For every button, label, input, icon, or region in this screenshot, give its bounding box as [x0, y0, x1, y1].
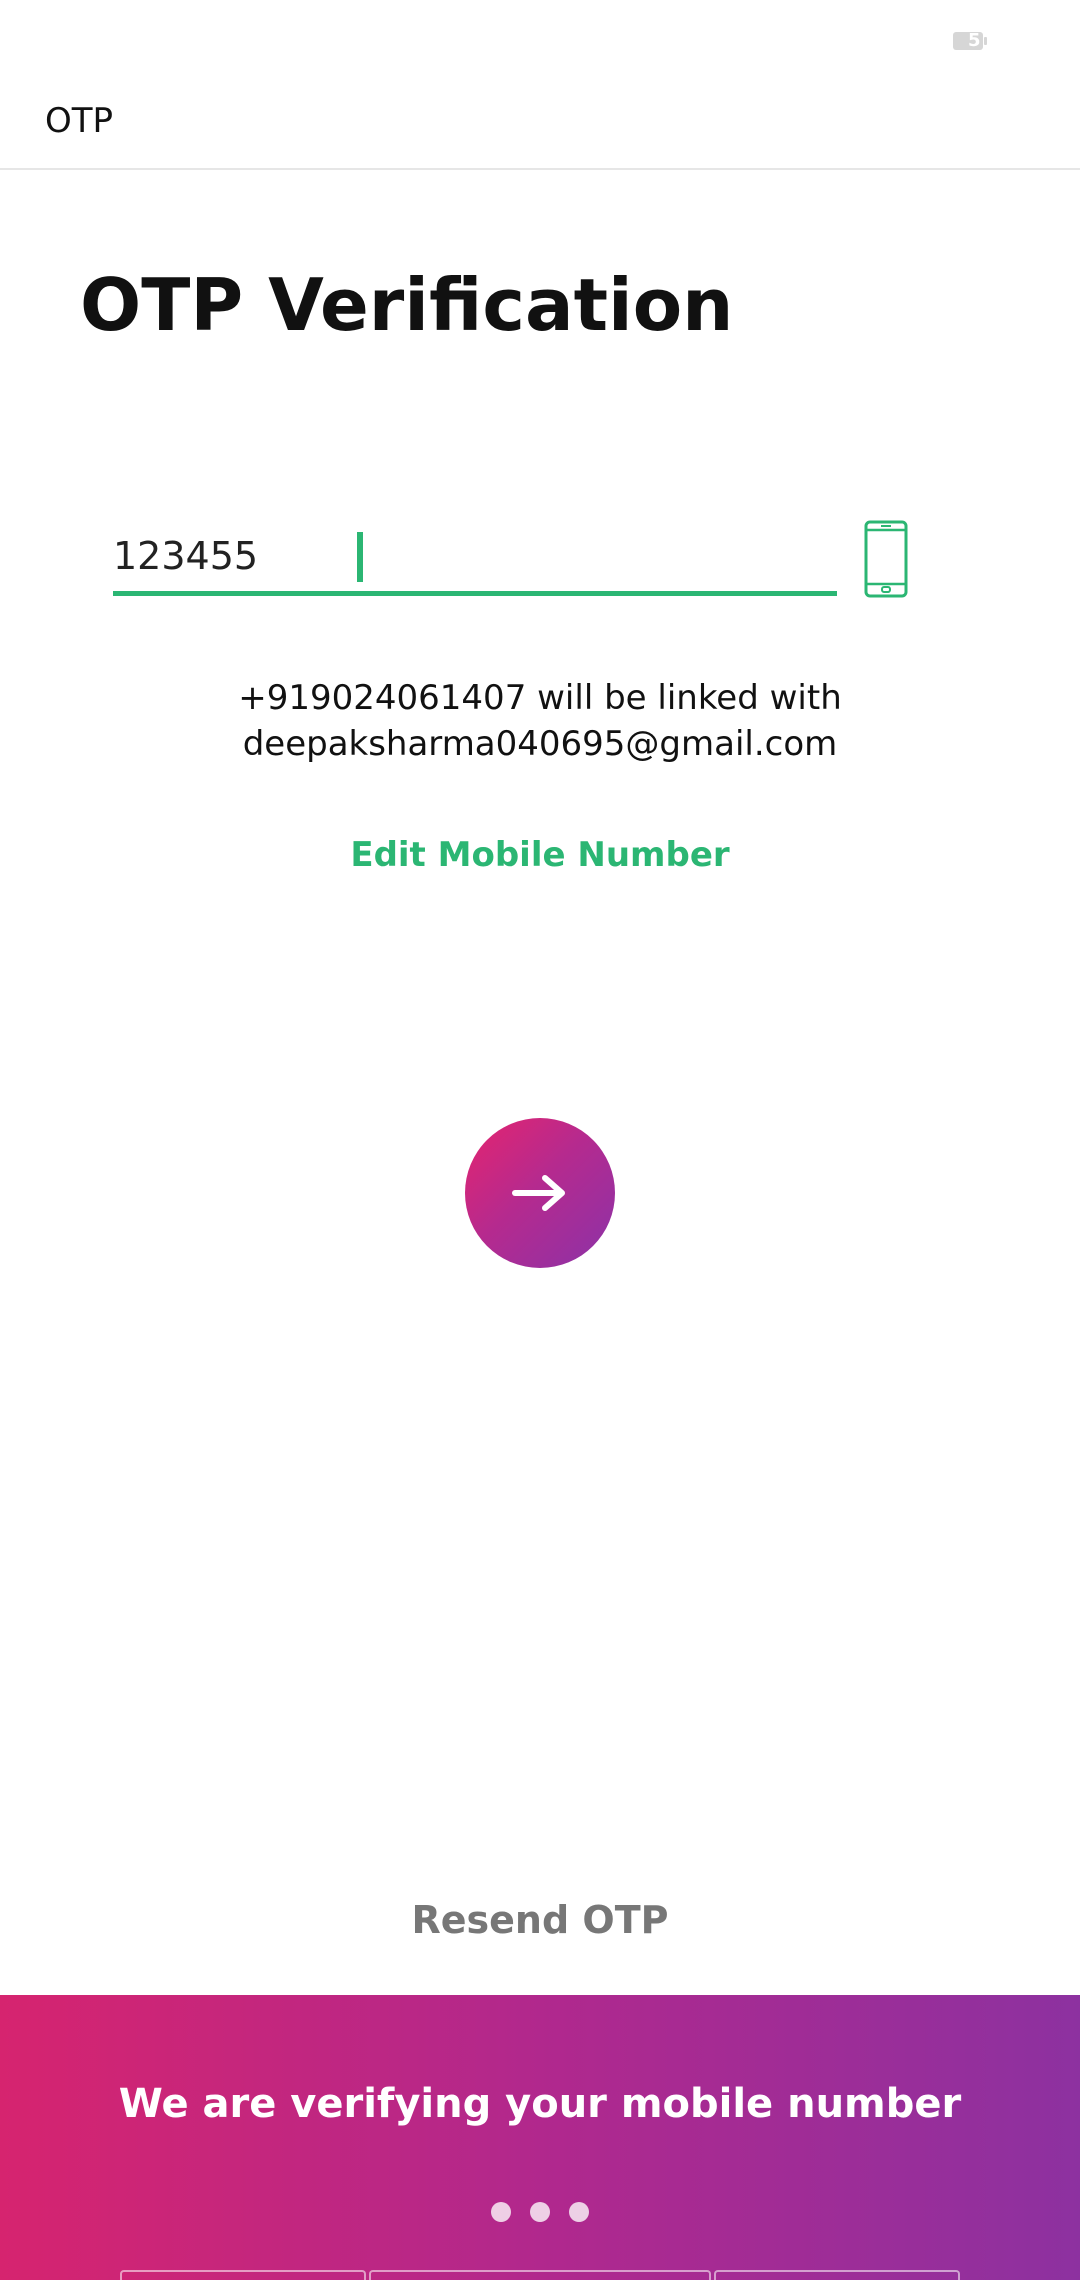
text-cursor: [357, 532, 363, 582]
progress-dot: [491, 2202, 511, 2222]
link-message-phone: +919024061407 will be linked with: [238, 678, 842, 718]
status-bar: 5: [0, 0, 1080, 80]
link-message-email: deepaksharma040695@gmail.com: [242, 724, 838, 764]
app-bar: OTP: [0, 80, 1080, 170]
progress-dot: [569, 2202, 589, 2222]
banner-tab: [714, 2270, 960, 2280]
arrow-right-icon: [512, 1175, 565, 1211]
page-title: OTP Verification: [80, 263, 734, 347]
resend-otp-button[interactable]: Resend OTP: [290, 1890, 790, 1950]
banner-text: We are verifying your mobile number: [118, 2081, 962, 2127]
verification-banner: We are verifying your mobile number: [0, 1995, 1080, 2280]
banner-tab: [369, 2270, 711, 2280]
app-bar-title: OTP: [45, 101, 114, 141]
progress-dot: [530, 2202, 550, 2222]
progress-dots: [0, 2202, 1080, 2222]
submit-button[interactable]: [465, 1118, 615, 1268]
otp-input[interactable]: 123455: [113, 520, 837, 596]
battery-level: 5: [968, 30, 981, 51]
banner-tab: [120, 2270, 366, 2280]
edit-mobile-number-link[interactable]: Edit Mobile Number: [240, 830, 840, 880]
link-message: +919024061407 will be linked with deepak…: [140, 675, 940, 767]
otp-input-value[interactable]: 123455: [113, 530, 258, 582]
phone-icon: [864, 520, 908, 598]
